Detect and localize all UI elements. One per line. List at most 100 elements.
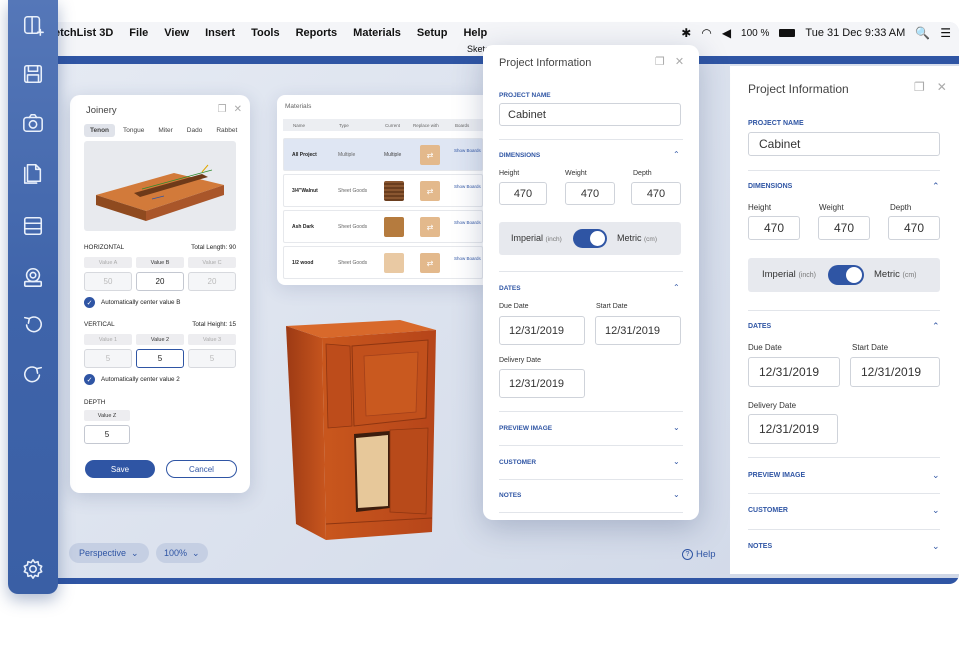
redo-icon[interactable] [22, 364, 44, 386]
value-2-option[interactable]: Value 2 [136, 334, 184, 345]
show-boards-link[interactable]: Show Boards [454, 256, 481, 262]
height-input[interactable]: 470 [499, 182, 547, 205]
weight-input[interactable]: 470 [565, 182, 615, 205]
due-date-input[interactable]: 12/31/2019 [748, 357, 840, 387]
chevron-down-icon[interactable]: ⌄ [673, 490, 680, 499]
close-icon[interactable]: ✕ [234, 104, 242, 115]
new-project-icon[interactable] [22, 14, 44, 36]
chevron-up-icon[interactable]: ⌃ [932, 321, 940, 332]
value-1-input[interactable]: 5 [84, 349, 132, 368]
project-name-field[interactable]: Cabinet [499, 103, 681, 126]
replace-icon[interactable]: ⇄ [420, 181, 440, 201]
settings-gear-icon[interactable] [22, 558, 44, 580]
hard-drive-icon[interactable] [22, 266, 44, 288]
value-a-input[interactable]: 50 [84, 272, 132, 291]
tab-tongue[interactable]: Tongue [117, 124, 150, 137]
table-row[interactable]: 1/2 wood Sheet Goods ⇄ Show Boards [283, 246, 483, 279]
value-b-option[interactable]: Value B [136, 257, 184, 268]
menu-file[interactable]: File [129, 27, 148, 39]
restore-icon[interactable]: ❐ [218, 104, 227, 115]
restore-icon[interactable]: ❐ [655, 55, 665, 68]
perspective-dropdown[interactable]: Perspective ⌄ [69, 543, 149, 563]
close-icon[interactable]: ✕ [937, 80, 947, 94]
center-value-b-checkbox[interactable]: ✓ Automatically center value B [84, 297, 180, 308]
height-input[interactable]: 470 [748, 216, 800, 240]
camera-icon[interactable] [22, 112, 44, 134]
preview-image-section[interactable]: PREVIEW IMAGE [499, 425, 552, 432]
notes-section[interactable]: NOTES [748, 543, 772, 550]
value-1-option[interactable]: Value 1 [84, 334, 132, 345]
chevron-down-icon[interactable]: ⌄ [932, 541, 940, 552]
save-button[interactable]: Save [85, 460, 155, 478]
preview-image-section[interactable]: PREVIEW IMAGE [748, 472, 805, 479]
menu-view[interactable]: View [164, 27, 189, 39]
menu-reports[interactable]: Reports [296, 27, 338, 39]
chevron-down-icon[interactable]: ⌄ [673, 423, 680, 432]
value-c-option[interactable]: Value C [188, 257, 236, 268]
weight-input[interactable]: 470 [818, 216, 870, 240]
replace-icon[interactable]: ⇄ [420, 217, 440, 237]
battery-icon[interactable] [779, 29, 796, 37]
volume-icon[interactable]: ◀ [722, 26, 731, 40]
units-toggle-switch[interactable] [573, 229, 607, 248]
bluetooth-icon[interactable]: ✱ [681, 26, 691, 40]
menu-materials[interactable]: Materials [353, 27, 401, 39]
table-row[interactable]: 3/4"Walnut Sheet Goods ⇄ Show Boards [283, 174, 483, 207]
chevron-down-icon[interactable]: ⌄ [932, 505, 940, 516]
chevron-down-icon[interactable]: ⌄ [673, 457, 680, 466]
units-toggle-switch[interactable] [828, 265, 864, 285]
value-3-option[interactable]: Value 3 [188, 334, 236, 345]
chevron-up-icon[interactable]: ⌃ [932, 181, 940, 192]
center-value-2-checkbox[interactable]: ✓ Automatically center value 2 [84, 374, 180, 385]
chevron-up-icon[interactable]: ⌃ [673, 283, 680, 292]
delivery-date-input[interactable]: 12/31/2019 [748, 414, 838, 444]
cancel-button[interactable]: Cancel [166, 460, 237, 478]
chevron-down-icon[interactable]: ⌄ [932, 470, 940, 481]
value-2-input[interactable]: 5 [136, 349, 184, 368]
wifi-icon[interactable]: ◠ [701, 26, 711, 40]
value-3-input[interactable]: 5 [188, 349, 236, 368]
menu-tools[interactable]: Tools [251, 27, 280, 39]
value-b-input[interactable]: 20 [136, 272, 184, 291]
show-boards-link[interactable]: Show Boards [454, 220, 481, 226]
chevron-up-icon[interactable]: ⌃ [673, 150, 680, 159]
zoom-dropdown[interactable]: 100% ⌄ [156, 543, 208, 563]
value-z-input[interactable]: 5 [84, 425, 130, 444]
table-row[interactable]: Ash Dark Sheet Goods ⇄ Show Boards [283, 210, 483, 243]
document-icon[interactable] [22, 162, 44, 184]
save-icon[interactable] [22, 63, 44, 85]
tab-miter[interactable]: Miter [152, 124, 178, 137]
delivery-date-input[interactable]: 12/31/2019 [499, 369, 585, 398]
tab-dado[interactable]: Dado [181, 124, 209, 137]
search-icon[interactable]: 🔍 [915, 26, 930, 40]
show-boards-link[interactable]: Show Boards [454, 184, 481, 190]
depth-input[interactable]: 470 [631, 182, 681, 205]
undo-icon[interactable] [22, 314, 44, 336]
customer-section[interactable]: CUSTOMER [499, 459, 536, 466]
menu-help[interactable]: Help [463, 27, 487, 39]
value-z-option[interactable]: Value Z [84, 410, 130, 421]
replace-icon[interactable]: ⇄ [420, 253, 440, 273]
project-name-field[interactable]: Cabinet [748, 132, 940, 156]
show-boards-link[interactable]: Show Boards [454, 148, 481, 154]
menu-list-icon[interactable]: ☰ [940, 26, 951, 40]
due-date-input[interactable]: 12/31/2019 [499, 316, 585, 345]
close-icon[interactable]: ✕ [675, 55, 684, 68]
tab-tenon[interactable]: Tenon [84, 124, 116, 137]
tab-rabbet[interactable]: Rabbet [210, 124, 243, 137]
depth-input[interactable]: 470 [888, 216, 940, 240]
cabinet-3d-model[interactable] [282, 318, 440, 540]
restore-icon[interactable]: ❐ [914, 80, 925, 94]
value-c-input[interactable]: 20 [188, 272, 236, 291]
table-row[interactable]: All Project Multiple Multiple ⇄ Show Boa… [283, 138, 483, 171]
help-link[interactable]: ? Help [682, 549, 716, 560]
value-a-option[interactable]: Value A [84, 257, 132, 268]
layout-icon[interactable] [22, 215, 44, 237]
menu-insert[interactable]: Insert [205, 27, 235, 39]
start-date-input[interactable]: 12/31/2019 [595, 316, 681, 345]
menu-setup[interactable]: Setup [417, 27, 448, 39]
customer-section[interactable]: CUSTOMER [748, 507, 788, 514]
start-date-input[interactable]: 12/31/2019 [850, 357, 940, 387]
notes-section[interactable]: NOTES [499, 492, 521, 499]
replace-icon[interactable]: ⇄ [420, 145, 440, 165]
